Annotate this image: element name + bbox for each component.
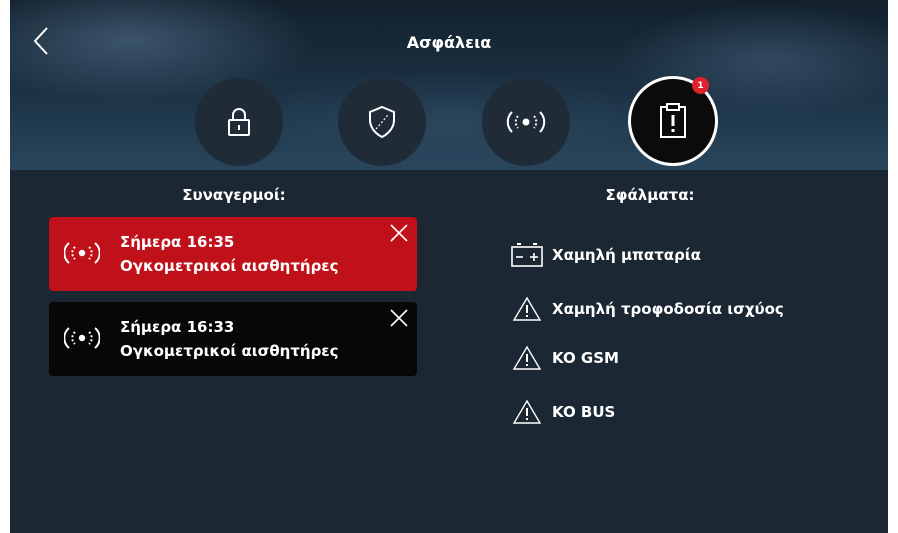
alarm-time: Σήμερα 16:33	[120, 318, 235, 336]
errors-title: Σφάλματα:	[605, 186, 695, 204]
alarm-label: Ογκομετρικοί αισθητήρες	[120, 257, 339, 275]
alarm-time: Σήμερα 16:35	[120, 233, 235, 251]
clipboard-alert-icon	[660, 103, 686, 138]
error-label: Χαμηλή μπαταρία	[552, 246, 701, 264]
error-item: KO GSM	[510, 343, 619, 373]
alarm-item[interactable]: Σήμερα 16:35 Ογκομετρικοί αισθητήρες	[49, 217, 417, 291]
error-item: Χαμηλή τροφοδοσία ισχύος	[510, 294, 784, 324]
alarm-item[interactable]: Σήμερα 16:33 Ογκομετρικοί αισθητήρες	[49, 302, 417, 376]
close-icon[interactable]	[389, 223, 409, 243]
error-label: Χαμηλή τροφοδοσία ισχύος	[552, 300, 784, 318]
wireless-alarm-icon	[64, 242, 100, 264]
lock-icon	[228, 108, 250, 136]
warning-icon	[512, 345, 542, 370]
error-item: KO BUS	[510, 397, 615, 427]
tab-shield[interactable]	[338, 78, 426, 166]
wireless-alarm-icon	[506, 111, 546, 133]
error-label: KO BUS	[552, 403, 616, 421]
alarms-title: Συναγερμοί:	[182, 186, 286, 204]
warning-icon	[512, 399, 542, 424]
header-background	[10, 0, 888, 170]
wireless-alarm-icon	[64, 327, 100, 349]
warning-icon	[512, 296, 542, 321]
error-item: Χαμηλή μπαταρία	[510, 240, 701, 270]
alarm-label: Ογκομετρικοί αισθητήρες	[120, 342, 339, 360]
page-title: Ασφάλεια	[406, 33, 492, 52]
tab-wireless-alarm[interactable]	[482, 78, 570, 166]
security-screen: Ασφάλεια 1 Συναγερμοί: Σφάλματα: Σήμερα …	[10, 0, 888, 533]
tab-faults[interactable]: 1	[628, 76, 718, 166]
battery-icon	[511, 243, 543, 267]
error-label: KO GSM	[552, 349, 619, 367]
notification-badge: 1	[692, 77, 709, 94]
tab-lock[interactable]	[195, 78, 283, 166]
close-icon[interactable]	[389, 308, 409, 328]
shield-icon	[369, 105, 395, 139]
